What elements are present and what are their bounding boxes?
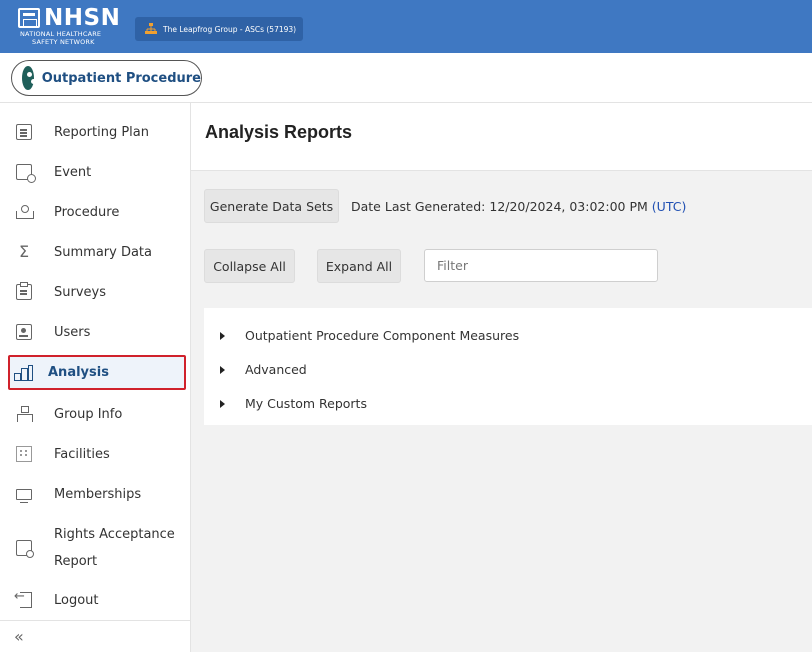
outpatient-procedure-icon	[22, 66, 34, 90]
sidebar-item-label: Facilities	[54, 446, 110, 462]
tree-node-component-measures[interactable]: Outpatient Procedure Component Measures	[220, 328, 519, 343]
sidebar-item-label: Event	[54, 164, 92, 180]
sidebar-item-group-info[interactable]: Group Info	[8, 399, 186, 429]
building-icon	[16, 446, 32, 462]
sidebar-item-label: Rights Acceptance Report	[54, 521, 175, 575]
date-last-generated: Date Last Generated: 12/20/2024, 03:02:0…	[351, 189, 686, 223]
component-bar: Outpatient Procedure	[0, 53, 812, 103]
bar-chart-icon	[14, 364, 34, 381]
sidebar-item-memberships[interactable]: Memberships	[8, 479, 186, 509]
nhsn-logo-mark-icon	[18, 8, 40, 28]
expand-all-button[interactable]: Expand All	[317, 249, 401, 283]
collapse-all-button[interactable]: Collapse All	[204, 249, 295, 283]
sidebar-item-label: Analysis	[48, 365, 109, 380]
tree-node-advanced[interactable]: Advanced	[220, 362, 307, 377]
sidebar-item-label: Surveys	[54, 284, 106, 300]
sidebar-item-facilities[interactable]: Facilities	[8, 439, 186, 469]
reporting-plan-icon	[16, 124, 32, 140]
sidebar-item-analysis[interactable]: Analysis	[8, 355, 186, 390]
sidebar-item-label: Group Info	[54, 406, 123, 422]
sidebar-item-rights-acceptance-report[interactable]: Rights Acceptance Report	[8, 521, 186, 575]
nhsn-logo[interactable]: NHSN NATIONAL HEALTHCARE SAFETY NETWORK	[18, 5, 121, 46]
event-icon	[16, 164, 36, 183]
expand-triangle-icon	[220, 331, 225, 340]
label-line2: Report	[54, 554, 98, 569]
generate-data-sets-button[interactable]: Generate Data Sets	[204, 189, 339, 223]
sidebar-item-users[interactable]: Users	[8, 317, 186, 347]
expand-triangle-icon	[220, 365, 225, 374]
collapse-sidebar-icon[interactable]: «	[14, 627, 24, 646]
sidebar-footer: «	[0, 620, 190, 652]
user-badge-icon	[16, 324, 32, 340]
date-last-generated-text: Date Last Generated: 12/20/2024, 03:02:0…	[351, 198, 648, 214]
sidebar-item-label: Procedure	[54, 204, 120, 220]
sidebar-item-logout[interactable]: Logout	[8, 585, 186, 615]
sidebar-item-event[interactable]: Event	[8, 157, 186, 187]
expand-triangle-icon	[220, 399, 225, 408]
title-bar: Analysis Reports	[191, 103, 812, 171]
sigma-icon: Σ	[18, 242, 30, 261]
sidebar: Reporting Plan Event Procedure Σ Summary…	[0, 103, 191, 652]
hierarchy-icon	[16, 406, 33, 422]
sidebar-item-reporting-plan[interactable]: Reporting Plan	[8, 117, 186, 147]
tree-node-label: Outpatient Procedure Component Measures	[245, 328, 520, 343]
tree-node-my-custom-reports[interactable]: My Custom Reports	[220, 396, 367, 411]
sidebar-item-procedure[interactable]: Procedure	[8, 197, 186, 227]
label-line1: Rights Acceptance	[54, 527, 175, 542]
top-header: NHSN NATIONAL HEALTHCARE SAFETY NETWORK …	[0, 0, 812, 53]
sidebar-item-summary-data[interactable]: Σ Summary Data	[8, 237, 186, 267]
component-label: Outpatient Procedure	[41, 70, 201, 86]
filter-input[interactable]	[424, 249, 658, 282]
component-selector[interactable]: Outpatient Procedure	[11, 60, 202, 96]
sidebar-item-label: Users	[54, 324, 91, 340]
sidebar-item-surveys[interactable]: Surveys	[8, 277, 186, 307]
sidebar-item-label: Reporting Plan	[54, 124, 149, 140]
timezone-link[interactable]: (UTC)	[652, 199, 687, 214]
sidebar-item-label: Summary Data	[54, 244, 152, 260]
group-label: The Leapfrog Group - ASCs (57193)	[163, 24, 297, 34]
logo-word: NHSN	[44, 5, 121, 31]
tree-node-label: Advanced	[245, 362, 307, 377]
logo-subtitle-line1: NATIONAL HEALTHCARE	[20, 30, 102, 38]
logo-subtitle-line2: SAFETY NETWORK	[32, 38, 95, 46]
sidebar-item-label: Logout	[54, 592, 99, 608]
group-selector[interactable]: The Leapfrog Group - ASCs (57193)	[135, 17, 303, 41]
monitor-icon	[16, 488, 32, 503]
page-title: Analysis Reports	[205, 122, 353, 142]
report-tree: Outpatient Procedure Component Measures …	[204, 308, 812, 425]
clipboard-icon	[16, 282, 32, 300]
sidebar-item-label: Memberships	[54, 486, 142, 502]
logout-icon	[14, 589, 32, 608]
tree-node-label: My Custom Reports	[245, 396, 367, 411]
main-content: Analysis Reports Generate Data Sets Date…	[191, 103, 812, 652]
document-search-icon	[16, 540, 34, 558]
procedure-icon	[16, 204, 34, 220]
hierarchy-icon	[145, 23, 157, 34]
